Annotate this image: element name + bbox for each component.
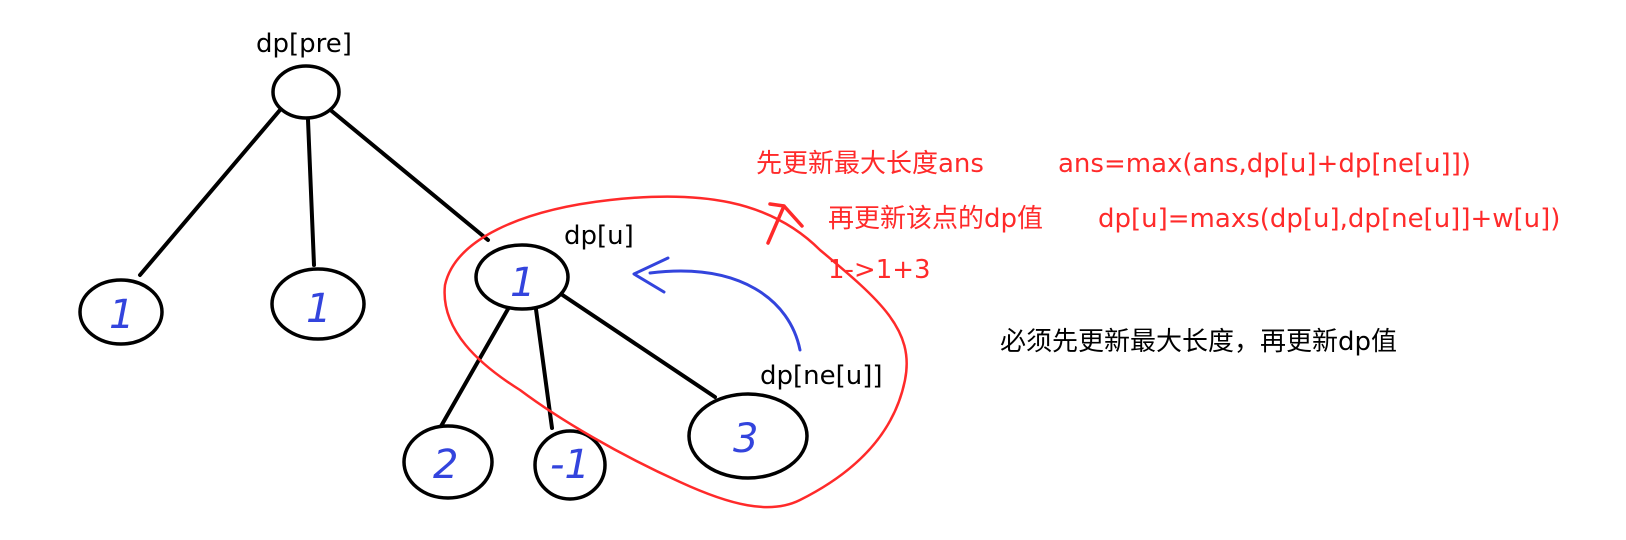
node-ne-u-value: 3 xyxy=(733,416,758,462)
edge-u-ne-u xyxy=(556,290,717,399)
blue-arrow-icon xyxy=(648,269,802,352)
blue-arrowhead-icon xyxy=(632,256,670,294)
annotation-step2-example: 1->1+3 xyxy=(828,255,931,285)
tree-diagram: 1 1 1 2 -1 3 dp[pre] dp[u] dp[ne[u]] 先更新… xyxy=(78,29,1560,509)
tree-nodes xyxy=(78,64,809,501)
label-dp-pre: dp[pre] xyxy=(256,29,352,59)
annotation-step2-formula: dp[u]=maxs(dp[u],dp[ne[u]]+w[u]) xyxy=(1098,204,1560,234)
note-text: 必须先更新最大长度，再更新dp值 xyxy=(1000,327,1397,357)
node-child-a-value: 2 xyxy=(433,442,458,488)
node-u-value: 1 xyxy=(510,260,535,306)
edge-root-u xyxy=(326,106,490,242)
edge-root-middle xyxy=(306,118,316,267)
node-left-value: 1 xyxy=(109,292,134,338)
label-dp-u: dp[u] xyxy=(564,221,634,251)
edge-u-child-b xyxy=(533,300,554,430)
annotation-step1-formula: ans=max(ans,dp[u]+dp[ne[u]]) xyxy=(1058,149,1471,179)
tree-edges xyxy=(138,106,717,430)
annotation-step2-text: 再更新该点的dp值 xyxy=(828,204,1043,234)
node-middle-value: 1 xyxy=(306,286,331,332)
node-root xyxy=(271,64,341,120)
edge-root-left xyxy=(138,108,282,277)
annotation-step1-text: 先更新最大长度ans xyxy=(756,149,984,179)
label-dp-ne-u: dp[ne[u]] xyxy=(760,361,883,391)
node-child-b-value: -1 xyxy=(550,442,590,488)
highlight-loop xyxy=(443,195,908,509)
